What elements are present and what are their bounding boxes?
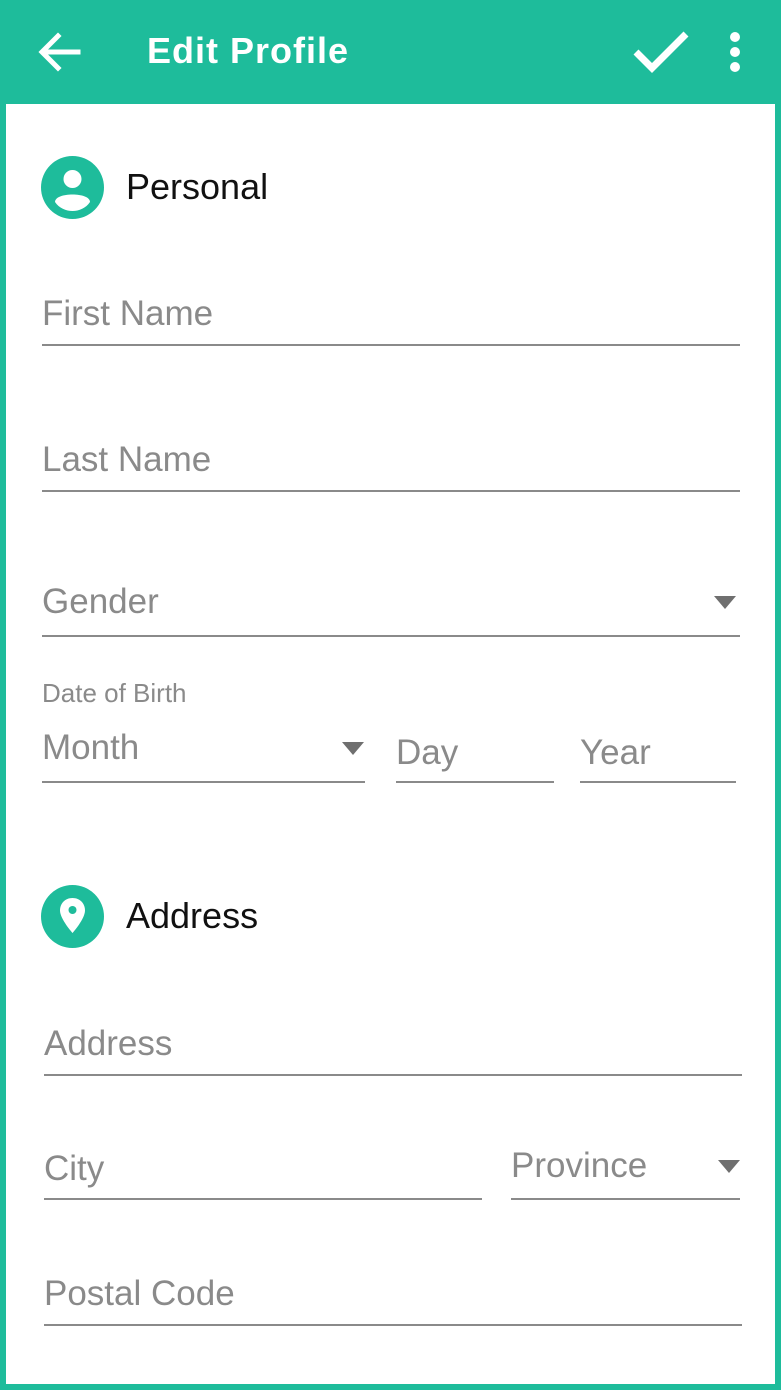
year-field[interactable] <box>580 724 736 783</box>
last-name-input[interactable] <box>42 430 740 490</box>
first-name-field[interactable] <box>42 284 740 346</box>
day-input[interactable] <box>396 724 554 781</box>
city-input[interactable] <box>44 1140 482 1198</box>
profile-form-card: Personal Gender Date of Birth Month Addr… <box>6 104 775 1384</box>
chevron-down-icon <box>342 742 364 755</box>
address-field[interactable] <box>44 1014 742 1076</box>
date-of-birth-label: Date of Birth <box>42 678 187 708</box>
section-title-address: Address <box>126 895 259 936</box>
chevron-down-icon <box>718 1160 740 1173</box>
month-select-value: Month <box>42 728 140 767</box>
postal-code-field[interactable] <box>44 1264 742 1326</box>
city-field[interactable] <box>44 1140 482 1200</box>
chevron-down-icon <box>714 596 736 609</box>
day-field[interactable] <box>396 724 554 783</box>
back-button[interactable] <box>38 30 82 74</box>
province-select-value: Province <box>511 1146 648 1185</box>
app-bar: Edit Profile <box>0 0 781 104</box>
location-pin-icon <box>41 885 104 948</box>
province-select[interactable]: Province <box>511 1140 740 1200</box>
save-button[interactable] <box>632 28 690 76</box>
person-icon <box>41 156 104 219</box>
last-name-field[interactable] <box>42 430 740 492</box>
page-title: Edit Profile <box>147 30 350 71</box>
first-name-input[interactable] <box>42 284 740 344</box>
gender-select[interactable]: Gender <box>42 574 740 637</box>
check-icon <box>633 31 689 73</box>
gender-select-value: Gender <box>42 582 159 621</box>
year-input[interactable] <box>580 724 736 781</box>
more-options-button[interactable] <box>718 30 752 74</box>
month-select[interactable]: Month <box>42 724 365 783</box>
postal-code-input[interactable] <box>44 1264 742 1324</box>
more-vertical-icon <box>730 32 740 72</box>
address-input[interactable] <box>44 1014 742 1074</box>
arrow-left-icon <box>38 32 81 72</box>
section-title-personal: Personal <box>126 166 269 207</box>
